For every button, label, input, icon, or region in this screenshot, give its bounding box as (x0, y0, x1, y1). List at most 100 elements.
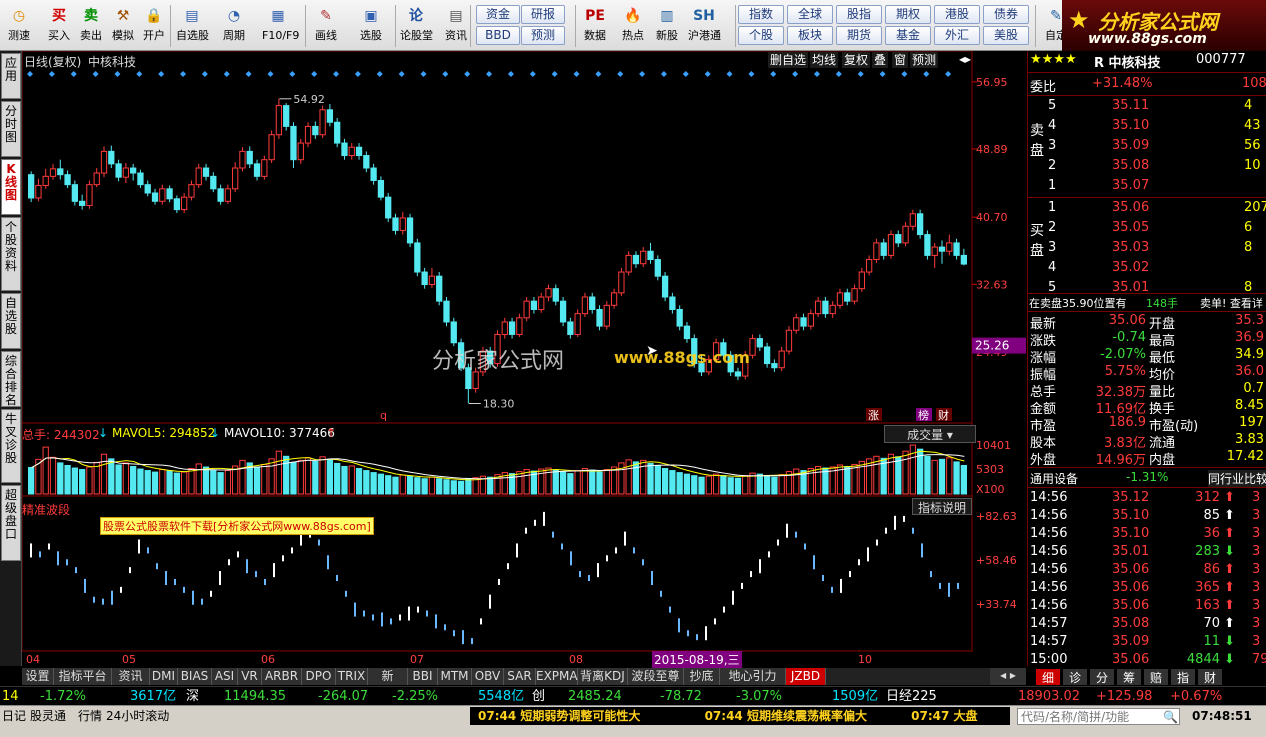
quote-tab-1[interactable]: 诊 (1063, 669, 1087, 685)
index-item-3[interactable]: 深 (186, 687, 199, 706)
indicator-tab-4[interactable]: BIAS (178, 668, 212, 685)
market-link-b-1[interactable]: 全球 (787, 5, 833, 24)
status-nav-item-3[interactable]: 24小时滚动 (106, 708, 169, 724)
news-item-2[interactable]: 07:44 短期维续震荡概率偏大 (705, 709, 867, 723)
toolbar-button-3[interactable]: ⚒ 模拟 (107, 3, 139, 49)
toolbar-button-6[interactable]: ◔ 周期 (218, 3, 250, 49)
news-ticker[interactable]: 07:44 短期弱势调整可能性大 07:44 短期维续震荡概率偏大 07:47 … (470, 707, 1010, 725)
status-nav-item-2[interactable]: 行情 (78, 708, 102, 724)
position-alert-text[interactable]: 在卖盘35.90位置有 (1029, 295, 1127, 311)
chart-button-1[interactable]: 均线 (810, 52, 839, 68)
left-tab-7[interactable]: 超级盘口 (1, 485, 21, 561)
chart-tag-3[interactable]: 财 (938, 408, 949, 422)
position-alert-volume[interactable]: 148手 (1146, 295, 1178, 311)
kline-chart-area[interactable]: 56.9548.8940.7032.6324.4925.2654.9218.30… (22, 51, 1026, 668)
index-item-12[interactable]: 1509亿 (832, 687, 878, 706)
chart-button-3[interactable]: 叠 (872, 52, 889, 68)
index-item-5[interactable]: -264.07 (318, 687, 368, 706)
toolbar-button-10[interactable]: 论论股堂 (400, 3, 433, 49)
indicator-tab-18[interactable]: 抄底 (684, 668, 720, 685)
indicator-explain-button[interactable]: 指标说明 (912, 498, 972, 515)
index-item-10[interactable]: -78.72 (660, 687, 702, 706)
left-tab-1[interactable]: 分时图 (1, 101, 21, 157)
index-item-0[interactable]: 14 (2, 687, 19, 706)
indicator-tab-8[interactable]: DPO (302, 668, 336, 685)
index-item-2[interactable]: 3617亿 (130, 687, 176, 706)
stock-search-input[interactable] (1017, 708, 1180, 725)
indicator-tab-13[interactable]: OBV (472, 668, 504, 685)
news-item-1[interactable]: 07:44 短期弱势调整可能性大 (478, 709, 640, 723)
indicator-tab-2[interactable]: 资讯 (112, 668, 150, 685)
chart-tag-1[interactable]: 涨 (868, 409, 879, 422)
toolbar-button-8[interactable]: ✎ 画线 (310, 3, 342, 49)
indicator-tab-14[interactable]: SAR (504, 668, 536, 685)
chart-button-5[interactable]: 预测 (910, 52, 939, 68)
indicator-tab-20[interactable]: JZBD (786, 668, 826, 685)
quote-tab-0[interactable]: 细 (1036, 669, 1060, 685)
index-item-11[interactable]: -3.07% (736, 687, 782, 706)
chart-menu-icon[interactable]: ◂▸ (959, 52, 971, 66)
chart-button-4[interactable]: 窗 (892, 52, 909, 68)
market-link-b-7[interactable]: 板块 (787, 26, 833, 45)
quote-tab-3[interactable]: 筹 (1117, 669, 1141, 685)
tab-scroll-arrows[interactable]: ◂ ▸ (990, 668, 1026, 685)
market-link-2[interactable]: BBD (476, 26, 520, 45)
quote-tab-5[interactable]: 指 (1171, 669, 1195, 685)
market-link-b-8[interactable]: 期货 (836, 26, 882, 45)
left-tab-0[interactable]: 应用 (1, 53, 21, 99)
news-item-3[interactable]: 07:47 大盘 (911, 709, 977, 723)
position-alert-tip[interactable]: 卖单! 查看详 (1200, 295, 1263, 311)
indicator-tab-7[interactable]: ARBR (262, 668, 302, 685)
index-item-7[interactable]: 5548亿 (478, 687, 524, 706)
indicator-tab-17[interactable]: 波段至尊2 (628, 668, 684, 699)
left-tab-6[interactable]: 牛叉诊股 (1, 409, 21, 483)
index-item-15[interactable]: +125.98 (1096, 687, 1152, 706)
index-item-14[interactable]: 18903.02 (1018, 687, 1080, 706)
index-item-4[interactable]: 11494.35 (224, 687, 286, 706)
toolbar-button-9[interactable]: ▣ 选股 (355, 3, 387, 49)
indicator-tab-3[interactable]: DMI (150, 668, 178, 685)
indicator-tab-6[interactable]: VR (238, 668, 262, 685)
left-tab-4[interactable]: 自选股 (1, 293, 21, 349)
market-link-1[interactable]: 研报 (521, 5, 565, 24)
toolbar-button-2[interactable]: 卖卖出 (75, 3, 107, 49)
left-tab-5[interactable]: 综合排名 (1, 351, 21, 407)
indicator-tab-12[interactable]: MTM (438, 668, 472, 685)
market-link-b-10[interactable]: 外汇 (934, 26, 980, 45)
index-item-6[interactable]: -2.25% (392, 687, 438, 706)
market-link-b-11[interactable]: 美股 (983, 26, 1029, 45)
indicator-tab-10[interactable]: 新DMA (368, 668, 408, 699)
quote-tab-6[interactable]: 财 (1198, 669, 1222, 685)
indicator-promo-link[interactable]: 股票公式股票软件下载[分析家公式网www.88gs.com] (100, 517, 374, 535)
index-item-16[interactable]: +0.67% (1170, 687, 1222, 706)
toolbar-button-4[interactable]: 🔒 开户 (138, 3, 170, 49)
left-tab-3[interactable]: 个股资料 (1, 217, 21, 291)
indicator-tab-19[interactable]: 地心引力CCCC (720, 668, 786, 699)
market-link-3[interactable]: 预测 (521, 26, 565, 45)
chart-tag-0[interactable]: q (380, 409, 387, 422)
indicator-tab-5[interactable]: ASI (212, 668, 238, 685)
toolbar-button-7[interactable]: ▦ F10/F9 (262, 3, 299, 49)
left-tab-2[interactable]: K线图 (1, 159, 21, 215)
toolbar-button-11[interactable]: ▤ 资讯 (440, 3, 472, 49)
industry-label[interactable]: 通用设备 (1030, 470, 1078, 487)
market-link-0[interactable]: 资金 (476, 5, 520, 24)
indicator-tab-16[interactable]: 背离KDJ (578, 668, 628, 685)
status-nav-item-1[interactable]: 股灵通 (30, 708, 66, 724)
market-link-b-2[interactable]: 股指 (836, 5, 882, 24)
industry-compare-button[interactable]: 同行业比较 (1208, 470, 1266, 487)
toolbar-button-0[interactable]: ◷ 测速 (3, 3, 35, 49)
indicator-tab-11[interactable]: BBI (408, 668, 438, 685)
indicator-tab-0[interactable]: 设置 (22, 668, 54, 685)
toolbar-button-13[interactable]: 🔥 热点 (617, 3, 649, 49)
index-item-1[interactable]: -1.72% (40, 687, 86, 706)
toolbar-button-1[interactable]: 买买入 (43, 3, 75, 49)
volume-indicator-select[interactable]: 成交量 ▾ (884, 425, 976, 443)
market-link-b-3[interactable]: 期权 (885, 5, 931, 24)
chart-button-0[interactable]: 删自选 (768, 52, 809, 68)
toolbar-button-15[interactable]: SH 沪港通 (688, 3, 721, 49)
chart-button-2[interactable]: 复权 (842, 52, 871, 68)
index-item-8[interactable]: 创 (532, 687, 545, 706)
indicator-tab-15[interactable]: EXPMA (536, 668, 578, 685)
market-link-b-0[interactable]: 指数 (738, 5, 784, 24)
